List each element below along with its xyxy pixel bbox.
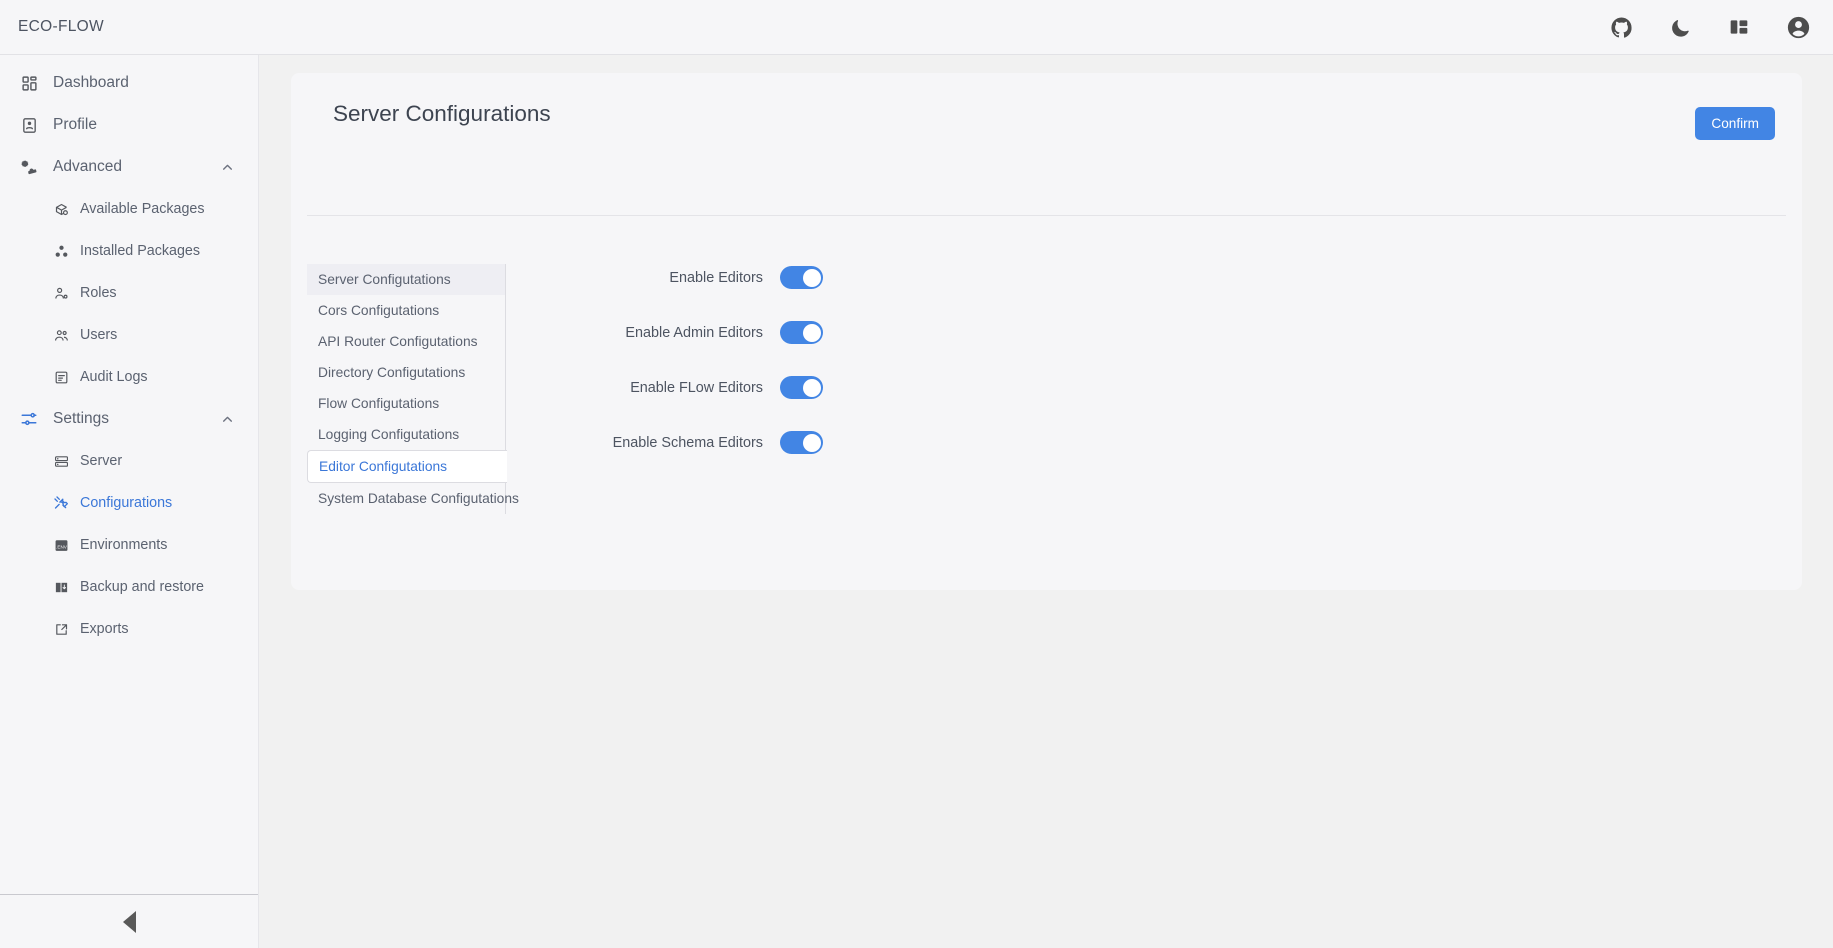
sidebar-item-label: Users [80,327,118,343]
tab-api-router-configutations[interactable]: API Router Configutations [307,326,505,357]
sidebar-item-label: Advanced [53,158,122,175]
packages-icon [52,242,70,260]
account-circle-icon[interactable] [1785,14,1811,40]
sidebar-item-audit-logs[interactable]: Audit Logs [0,356,258,398]
tab-editor-configutations[interactable]: Editor Configutations [307,450,507,483]
config-tab-list: Server Configutations Cors Configutation… [307,264,519,514]
setting-row-enable-admin-editors: Enable Admin Editors [580,305,1802,360]
sidebar-item-profile[interactable]: Profile [0,104,258,146]
tab-label: Logging Configutations [318,427,460,442]
env-file-icon: .ENV [52,536,70,554]
sidebar-item-label: Profile [53,116,97,133]
sidebar-item-environments[interactable]: .ENV Environments [0,524,258,566]
sidebar-item-label: Roles [80,285,117,301]
sidebar-item-installed-packages[interactable]: Installed Packages [0,230,258,272]
setting-label: Enable Schema Editors [612,434,763,451]
sidebar-item-exports[interactable]: Exports [0,608,258,650]
sidebar-item-label: Installed Packages [80,243,201,259]
tab-label: Flow Configutations [318,396,440,411]
dashboard-icon [18,72,40,94]
toggle-enable-editors[interactable] [780,266,823,289]
topbar-actions [1608,14,1811,40]
tab-label: Editor Configutations [319,459,448,474]
sidebar-item-label: Backup and restore [80,579,204,595]
sidebar-item-backup-and-restore[interactable]: Backup and restore [0,566,258,608]
tab-logging-configutations[interactable]: Logging Configutations [307,419,505,450]
main-content: Server Configurations Confirm Server Con… [259,55,1833,948]
confirm-button[interactable]: Confirm [1695,107,1775,140]
tab-cors-configutations[interactable]: Cors Configutations [307,295,505,326]
sliders-icon [18,408,40,430]
sidebar-item-label: Available Packages [80,201,205,217]
sidebar-item-label: Server [80,453,123,469]
toggle-knob [802,378,821,397]
toggle-enable-schema-editors[interactable] [780,431,823,454]
tab-label: System Database Configutations [318,491,519,506]
page-title: Server Configurations [333,101,551,126]
card-header: Server Configurations Confirm [291,73,1802,155]
svg-text:.ENV: .ENV [56,544,68,549]
setting-label: Enable Editors [669,269,763,286]
advanced-gear-icon [18,156,40,178]
sidebar-item-label: Settings [53,410,110,427]
tab-label: API Router Configutations [318,334,478,349]
layout-icon[interactable] [1726,14,1752,40]
tab-label: Server Configutations [318,272,451,287]
chevron-up-icon [221,161,234,174]
tab-directory-configutations[interactable]: Directory Configutations [307,357,505,388]
tab-label: Cors Configutations [318,303,440,318]
sidebar-item-label: Exports [80,621,129,637]
role-user-icon [52,284,70,302]
server-icon [52,452,70,470]
sidebar-item-label: Configurations [80,495,173,511]
caret-left-icon [122,910,136,933]
toggle-knob [802,433,821,452]
sidebar-item-dashboard[interactable]: Dashboard [0,62,258,104]
users-icon [52,326,70,344]
top-bar: ECO-FLOW [0,0,1833,55]
sidebar-item-server[interactable]: Server [0,440,258,482]
tab-label: Directory Configutations [318,365,466,380]
sidebar-item-configurations[interactable]: Configurations [0,482,258,524]
tab-server-configutations[interactable]: Server Configutations [307,264,505,295]
sidebar-group-advanced[interactable]: Advanced [0,146,258,188]
toggle-knob [802,323,821,342]
sidebar-nav: Dashboard Profile Advanced Available Pac… [0,55,258,650]
setting-row-enable-editors: Enable Editors [580,250,1802,305]
card-body: Server Configutations Cors Configutation… [291,216,1802,514]
toggle-enable-admin-editors[interactable] [780,321,823,344]
setting-row-enable-schema-editors: Enable Schema Editors [580,415,1802,470]
chevron-up-icon [221,413,234,426]
backup-icon [52,578,70,596]
sidebar-item-roles[interactable]: Roles [0,272,258,314]
profile-icon [18,114,40,136]
tab-flow-configutations[interactable]: Flow Configutations [307,388,505,419]
editor-settings-panel: Enable Editors Enable Admin Editors Enab… [580,250,1802,514]
export-icon [52,620,70,638]
sidebar-collapse-button[interactable] [0,895,258,948]
moon-icon[interactable] [1667,14,1693,40]
toggle-enable-flow-editors[interactable] [780,376,823,399]
audit-log-icon [52,368,70,386]
sidebar-item-label: Audit Logs [80,369,148,385]
setting-label: Enable Admin Editors [625,324,763,341]
tools-icon [52,494,70,512]
setting-row-enable-flow-editors: Enable FLow Editors [580,360,1802,415]
tab-system-database-configutations[interactable]: System Database Configutations [307,483,519,514]
app-brand: ECO-FLOW [18,18,104,35]
sidebar-group-settings[interactable]: Settings [0,398,258,440]
github-icon[interactable] [1608,14,1634,40]
toggle-knob [802,268,821,287]
package-search-icon [52,200,70,218]
setting-label: Enable FLow Editors [630,379,763,396]
sidebar: Dashboard Profile Advanced Available Pac… [0,55,259,948]
sidebar-item-label: Environments [80,537,168,553]
sidebar-item-users[interactable]: Users [0,314,258,356]
sidebar-item-label: Dashboard [53,74,129,91]
configurations-card: Server Configurations Confirm Server Con… [291,73,1802,590]
sidebar-item-available-packages[interactable]: Available Packages [0,188,258,230]
